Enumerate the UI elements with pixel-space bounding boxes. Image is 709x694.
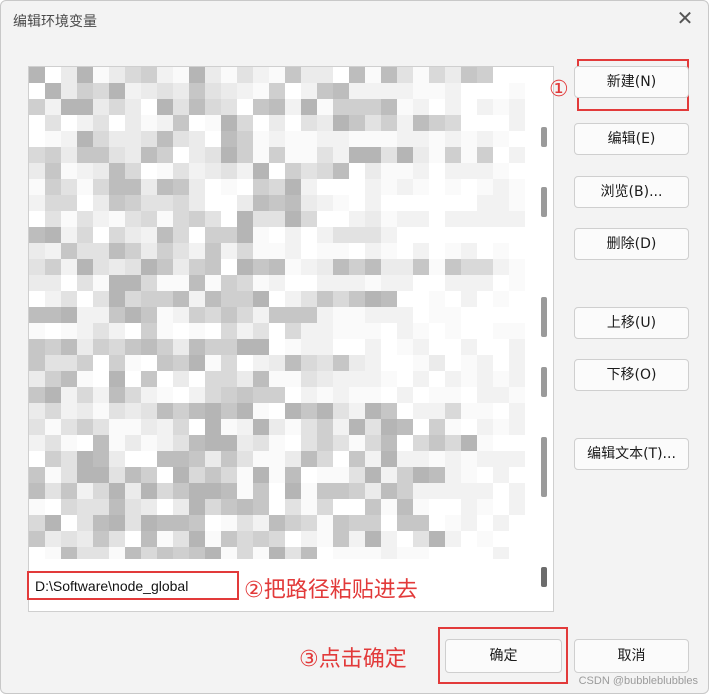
path-list[interactable] (28, 66, 554, 612)
ok-button[interactable]: 确定 (445, 639, 562, 673)
dialog-title: 编辑环境变量 (13, 14, 97, 30)
annotation-step1: ① (549, 77, 569, 102)
annotation-step2: ②把路径粘贴进去 (244, 578, 418, 603)
delete-button[interactable]: 删除(D) (574, 228, 689, 260)
close-icon[interactable]: ✕ (674, 7, 696, 29)
scrollbar-thumb[interactable] (541, 567, 547, 587)
annotation-step3: ③点击确定 (299, 647, 407, 672)
watermark: CSDN @bubbleblubbles (578, 675, 698, 687)
edit-button[interactable]: 编辑(E) (574, 123, 689, 155)
path-edit-field[interactable]: D:\Software\node_global (27, 571, 239, 600)
move-up-button[interactable]: 上移(U) (574, 307, 689, 339)
scrollbar[interactable] (541, 127, 547, 587)
blurred-path-entries (29, 67, 529, 559)
browse-button[interactable]: 浏览(B)... (574, 176, 689, 208)
new-button[interactable]: 新建(N) (574, 66, 689, 98)
edit-env-var-dialog: 编辑环境变量 ✕ D:\Software\node_global 新建(N) 编… (0, 0, 709, 694)
cancel-button[interactable]: 取消 (574, 639, 689, 673)
edit-text-button[interactable]: 编辑文本(T)... (574, 438, 689, 470)
move-down-button[interactable]: 下移(O) (574, 359, 689, 391)
